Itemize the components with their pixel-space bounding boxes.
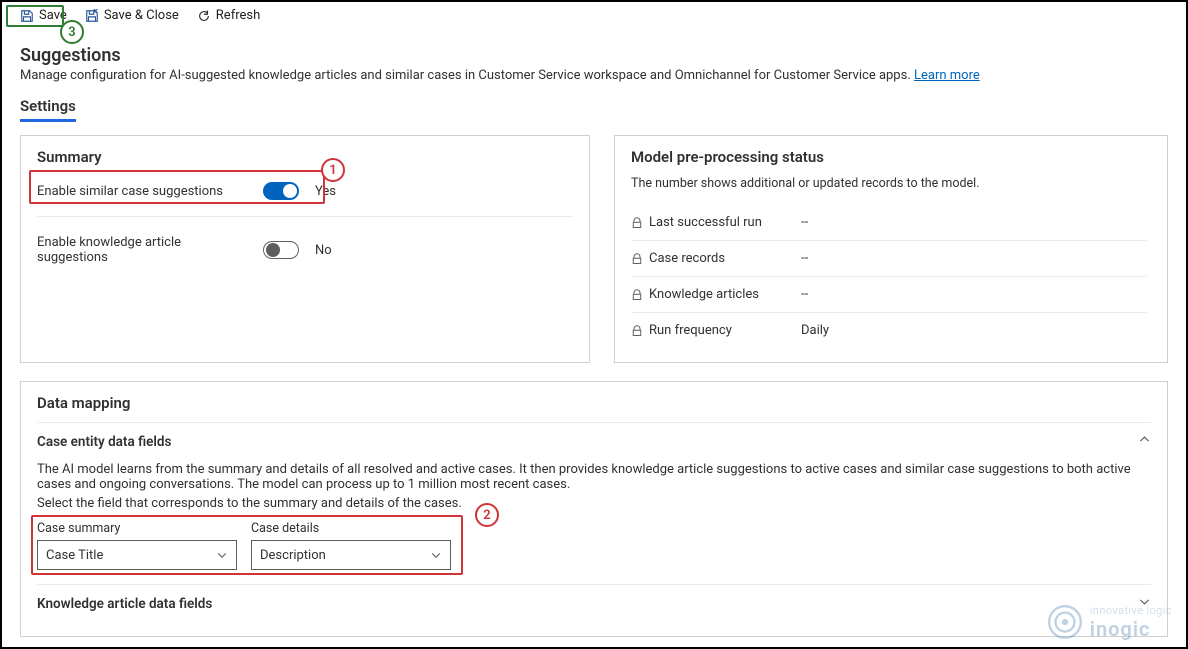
lock-icon — [631, 217, 643, 229]
status-row-case-records: Case records -- — [631, 241, 1147, 277]
tabs: Settings — [20, 97, 1168, 121]
status-value: -- — [801, 287, 808, 302]
status-row-last-run: Last successful run -- — [631, 205, 1147, 241]
case-details-value: Description — [260, 548, 326, 563]
status-value: Daily — [801, 323, 829, 338]
lock-icon — [631, 325, 643, 337]
status-sub: The number shows additional or updated r… — [631, 176, 1147, 191]
refresh-button[interactable]: Refresh — [197, 8, 260, 23]
lock-icon — [631, 253, 643, 265]
status-label-text: Run frequency — [649, 323, 732, 338]
lock-icon — [631, 289, 643, 301]
knowledge-articles-state: No — [315, 243, 332, 258]
status-row-run-frequency: Run frequency Daily — [631, 313, 1147, 348]
case-summary-field: Case summary Case Title — [37, 521, 237, 570]
status-row-knowledge-articles: Knowledge articles -- — [631, 277, 1147, 313]
knowledge-articles-label: Enable knowledge article suggestions — [37, 235, 247, 265]
case-entity-body: The AI model learns from the summary and… — [37, 462, 1151, 570]
save-icon — [20, 9, 34, 23]
data-mapping-panel: Data mapping Case entity data fields The… — [20, 381, 1168, 637]
similar-cases-label: Enable similar case suggestions — [37, 184, 247, 199]
status-label-text: Last successful run — [649, 215, 762, 230]
data-mapping-heading: Data mapping — [37, 394, 1151, 412]
case-entity-desc-1: The AI model learns from the summary and… — [37, 462, 1151, 492]
status-heading: Model pre-processing status — [631, 148, 1147, 166]
status-card: Model pre-processing status The number s… — [614, 135, 1168, 363]
page-subtitle: Manage configuration for AI-suggested kn… — [20, 68, 1168, 83]
save-close-icon — [85, 9, 99, 23]
knowledge-articles-row: Enable knowledge article suggestions No — [37, 216, 573, 271]
status-value: -- — [801, 215, 808, 230]
save-close-button[interactable]: Save & Close — [85, 8, 179, 23]
summary-heading: Summary — [37, 148, 573, 166]
save-close-label: Save & Close — [104, 8, 179, 23]
case-entity-desc-2: Select the field that corresponds to the… — [37, 496, 1151, 511]
refresh-icon — [197, 9, 211, 23]
knowledge-articles-toggle[interactable] — [263, 241, 299, 259]
case-summary-label: Case summary — [37, 521, 237, 536]
case-summary-value: Case Title — [46, 548, 103, 563]
chevron-down-icon — [216, 549, 228, 561]
case-details-field: Case details Description — [251, 521, 451, 570]
knowledge-article-header[interactable]: Knowledge article data fields — [37, 584, 1151, 620]
command-bar: Save Save & Close Refresh — [20, 8, 1168, 27]
learn-more-link[interactable]: Learn more — [914, 68, 980, 83]
case-details-select[interactable]: Description — [251, 540, 451, 570]
chevron-down-icon — [1138, 595, 1151, 612]
case-details-label: Case details — [251, 521, 451, 536]
similar-cases-state: Yes — [315, 184, 336, 199]
page-subtitle-text: Manage configuration for AI-suggested kn… — [20, 68, 911, 83]
case-entity-header[interactable]: Case entity data fields — [37, 422, 1151, 458]
similar-cases-row: Enable similar case suggestions Yes — [37, 176, 573, 206]
tab-settings[interactable]: Settings — [20, 97, 76, 122]
case-entity-title: Case entity data fields — [37, 434, 171, 450]
status-label-text: Case records — [649, 251, 725, 266]
save-label: Save — [39, 8, 67, 23]
knowledge-article-title: Knowledge article data fields — [37, 596, 212, 612]
summary-card: Summary Enable similar case suggestions … — [20, 135, 590, 363]
chevron-down-icon — [430, 549, 442, 561]
save-button[interactable]: Save — [20, 8, 67, 23]
case-summary-select[interactable]: Case Title — [37, 540, 237, 570]
status-value: -- — [801, 251, 808, 266]
similar-cases-toggle[interactable] — [263, 182, 299, 200]
refresh-label: Refresh — [216, 8, 260, 23]
status-label-text: Knowledge articles — [649, 287, 759, 302]
page-title: Suggestions — [20, 45, 1168, 66]
chevron-up-icon — [1138, 433, 1151, 450]
